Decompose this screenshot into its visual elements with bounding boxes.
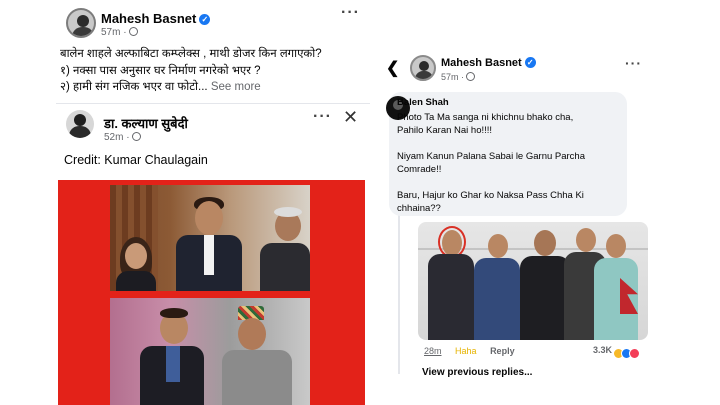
more-dots-icon[interactable]: ··· [625, 55, 642, 71]
view-previous-replies-link[interactable]: View previous replies... [422, 367, 532, 378]
post-author[interactable]: Mahesh Basnet ✓ [101, 11, 211, 26]
globe-icon [128, 27, 138, 36]
post-timestamp[interactable]: 57m · [441, 72, 476, 82]
shared-time-text[interactable]: 52m · [104, 132, 130, 143]
close-icon[interactable]: ✕ [343, 107, 358, 128]
shared-author-name[interactable]: डा. कल्याण सुबेदी [104, 114, 188, 132]
verified-badge-icon: ✓ [524, 57, 536, 68]
globe-icon [466, 72, 476, 81]
comment-line: Pahilo Karan Nai ho!!!! [397, 125, 493, 136]
back-chevron-icon[interactable]: ❮ [386, 58, 399, 78]
post-text: बालेन शाहले अल्फाबिटा कम्प्लेक्स , माथी … [60, 46, 365, 96]
photo-group-bottom [110, 298, 310, 405]
credit-text: Credit: Kumar Chaulagain [64, 153, 208, 167]
post-text-line-3-text: २) हामी संग नजिक भएर वा फोटो... [60, 81, 208, 93]
post-timestamp[interactable]: 57m · [101, 27, 138, 38]
shared-author-avatar[interactable] [66, 110, 94, 138]
author-avatar[interactable] [410, 55, 436, 81]
more-dots-icon[interactable]: ··· [341, 4, 360, 22]
photo-group-top [110, 185, 310, 291]
see-more-link[interactable]: See more [211, 81, 261, 93]
photo-collage[interactable] [58, 180, 365, 405]
comment-text: Photo Ta Ma sanga ni khichnu bhako cha, … [397, 111, 622, 215]
more-dots-icon[interactable]: ··· [313, 108, 332, 126]
post-text-line-3: २) हामी संग नजिक भएर वा फोटो... See more [60, 79, 365, 96]
reaction-icons[interactable] [613, 345, 640, 363]
reaction-count[interactable]: 3.3K [593, 345, 612, 355]
reply-button[interactable]: Reply [490, 346, 515, 356]
comment-actions: 28m Haha Reply [424, 346, 526, 356]
verified-badge-icon: ✓ [199, 14, 211, 25]
comment-line: Niyam Kanun Palana Sabai le Garnu Parcha [397, 151, 586, 162]
post-text-line-1: बालेन शाहले अल्फाबिटा कम्प्लेक्स , माथी … [60, 48, 322, 60]
commenter-name[interactable]: Balen Shah [397, 97, 449, 108]
globe-icon [131, 132, 141, 141]
post-text-line-2: १) नक्सा पास अनुसार घर निर्माण नगरेको भए… [60, 64, 261, 77]
comment-photo[interactable] [418, 222, 648, 340]
post-time-text[interactable]: 57m · [441, 72, 464, 82]
post-time-text[interactable]: 57m · [101, 27, 127, 38]
comment-line: Comrade!! [397, 164, 442, 175]
author-avatar[interactable] [66, 8, 96, 38]
divider [56, 103, 370, 104]
comment-line: chhaina?? [397, 203, 441, 214]
shared-timestamp[interactable]: 52m · [104, 132, 141, 143]
post-author-name[interactable]: Mahesh Basnet [101, 11, 196, 26]
comment-line: Baru, Hajur ko Ghar ko Naksa Pass Chha K… [397, 190, 584, 201]
comment-time[interactable]: 28m [424, 346, 442, 356]
haha-reaction-label[interactable]: Haha [455, 346, 477, 356]
love-icon [629, 348, 640, 360]
comment-line: Photo Ta Ma sanga ni khichnu bhako cha, [397, 112, 574, 123]
post-author-name[interactable]: Mahesh Basnet [441, 57, 522, 69]
post-author[interactable]: Mahesh Basnet ✓ [441, 57, 536, 69]
